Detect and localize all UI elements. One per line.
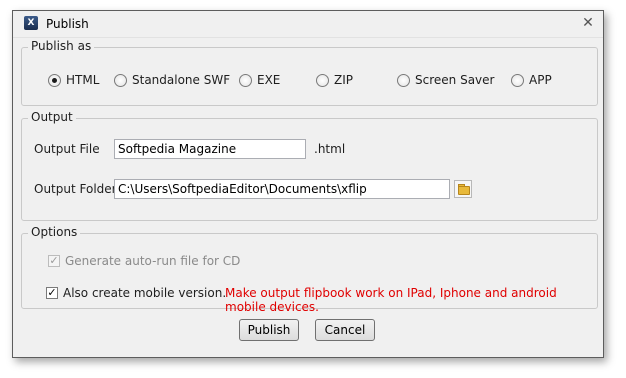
publish-button[interactable]: Publish xyxy=(239,319,299,341)
output-file-extension: .html xyxy=(314,142,346,156)
radio-screen-saver-label: Screen Saver xyxy=(415,73,495,87)
options-title: Options xyxy=(28,225,81,239)
radio-exe[interactable]: EXE xyxy=(239,72,280,88)
radio-app[interactable]: APP xyxy=(511,72,552,88)
radio-html[interactable]: HTML xyxy=(48,72,99,88)
mobile-label: Also create mobile version. xyxy=(63,286,227,300)
output-file-input[interactable] xyxy=(114,139,306,159)
mobile-note: Make output flipbook work on IPad, Iphon… xyxy=(225,286,557,314)
window-title: Publish xyxy=(46,17,89,31)
publish-as-group: Publish as HTML Standalone SWF EXE ZIP S… xyxy=(21,39,598,106)
radio-standalone-swf-label: Standalone SWF xyxy=(132,73,231,87)
options-group: Options ✓ Generate auto-run file for CD … xyxy=(21,225,598,314)
title-bar[interactable]: X Publish ✕ xyxy=(13,11,603,38)
radio-html-button[interactable] xyxy=(48,73,61,87)
radio-exe-button[interactable] xyxy=(239,73,252,87)
autorun-checkbox: ✓ xyxy=(48,254,60,267)
output-folder-input[interactable] xyxy=(114,179,450,199)
radio-zip[interactable]: ZIP xyxy=(316,72,353,88)
mobile-checkbox-row[interactable]: ✓ Also create mobile version. xyxy=(46,285,226,301)
output-group: Output Output File .html Output Folder xyxy=(21,110,598,221)
autorun-label: Generate auto-run file for CD xyxy=(65,254,241,268)
radio-standalone-swf-button[interactable] xyxy=(114,73,127,87)
output-folder-label: Output Folder xyxy=(34,182,117,196)
radio-zip-label: ZIP xyxy=(334,73,353,87)
radio-standalone-swf[interactable]: Standalone SWF xyxy=(114,72,230,88)
radio-app-label: APP xyxy=(529,73,552,87)
radio-screen-saver[interactable]: Screen Saver xyxy=(397,72,494,88)
mobile-checkbox[interactable]: ✓ xyxy=(46,287,58,299)
folder-icon xyxy=(458,186,470,195)
radio-exe-label: EXE xyxy=(257,73,281,87)
radio-html-label: HTML xyxy=(66,73,100,87)
app-icon: X xyxy=(24,16,38,30)
output-file-label: Output File xyxy=(34,142,100,156)
radio-app-button[interactable] xyxy=(511,73,524,87)
autorun-checkbox-row: ✓ Generate auto-run file for CD xyxy=(48,253,240,269)
publish-dialog: X Publish ✕ Publish as HTML Standalone S… xyxy=(12,10,604,358)
close-icon[interactable]: ✕ xyxy=(579,14,597,32)
cancel-button[interactable]: Cancel xyxy=(315,319,375,341)
browse-folder-button[interactable] xyxy=(454,180,472,198)
radio-screen-saver-button[interactable] xyxy=(397,73,410,87)
publish-as-title: Publish as xyxy=(28,39,95,53)
radio-zip-button[interactable] xyxy=(316,73,329,87)
output-title: Output xyxy=(28,110,76,124)
